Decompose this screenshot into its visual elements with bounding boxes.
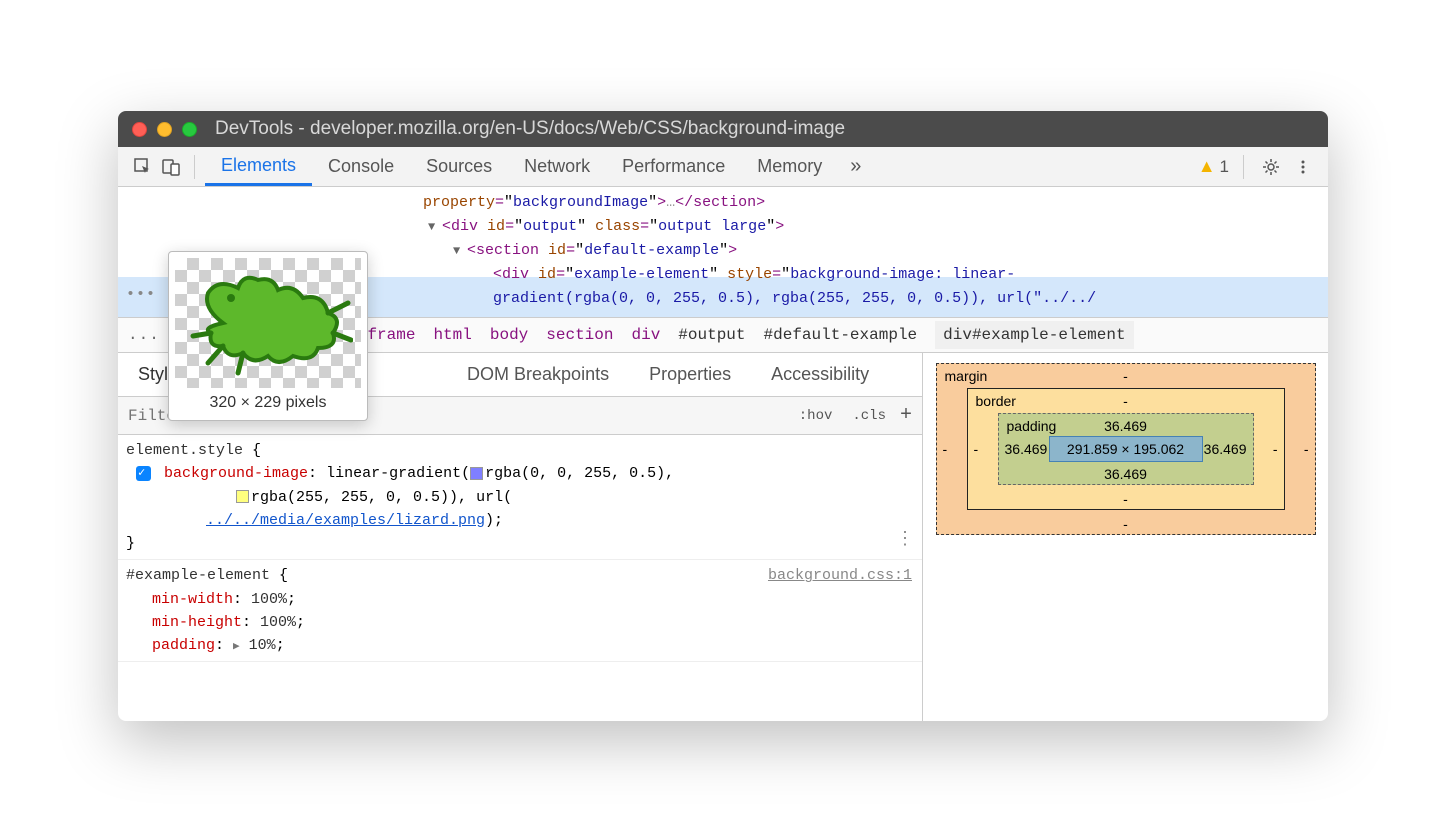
image-thumbnail: [175, 258, 361, 388]
subtab-dom-breakpoints[interactable]: DOM Breakpoints: [447, 353, 629, 396]
titlebar: DevTools - developer.mozilla.org/en-US/d…: [118, 111, 1328, 147]
tab-console[interactable]: Console: [312, 147, 410, 186]
divider: [1243, 155, 1244, 179]
divider: [194, 155, 195, 179]
inspect-icon[interactable]: [130, 154, 156, 180]
add-rule-icon[interactable]: +: [900, 404, 912, 427]
device-toggle-icon[interactable]: [158, 154, 184, 180]
box-model-panel: margin - - - - border - - - - padding 36…: [923, 353, 1328, 721]
maximize-icon[interactable]: [182, 122, 197, 137]
crumb[interactable]: div: [631, 326, 660, 344]
warnings-indicator[interactable]: ▲ 1: [1198, 156, 1229, 177]
crumb-selected[interactable]: div#example-element: [935, 321, 1133, 349]
more-menu-icon[interactable]: [1290, 154, 1316, 180]
subtab-accessibility[interactable]: Accessibility: [751, 353, 889, 396]
warning-icon: ▲: [1198, 156, 1216, 177]
devtools-window: DevTools - developer.mozilla.org/en-US/d…: [118, 111, 1328, 721]
crumb[interactable]: #output: [678, 326, 745, 344]
window-title: DevTools - developer.mozilla.org/en-US/d…: [215, 118, 845, 140]
minimize-icon[interactable]: [157, 122, 172, 137]
more-tabs-icon[interactable]: »: [838, 155, 873, 178]
box-border[interactable]: border - - - - padding 36.469 36.469 36.…: [967, 388, 1285, 510]
crumb[interactable]: html: [433, 326, 471, 344]
tab-sources[interactable]: Sources: [410, 147, 508, 186]
box-padding[interactable]: padding 36.469 36.469 36.469 36.469 291.…: [998, 413, 1254, 485]
hov-toggle[interactable]: :hov: [793, 406, 839, 426]
source-link[interactable]: background.css:1: [768, 564, 912, 587]
warnings-count: 1: [1220, 157, 1229, 177]
style-rule[interactable]: background.css:1 #example-element { min-…: [118, 560, 922, 662]
crumb[interactable]: body: [490, 326, 528, 344]
crumb[interactable]: #default-example: [764, 326, 918, 344]
breadcrumb-overflow[interactable]: ...: [128, 326, 160, 344]
url-link[interactable]: ../../media/examples/lizard.png: [206, 512, 485, 529]
box-margin[interactable]: margin - - - - border - - - - padding 36…: [936, 363, 1316, 535]
crumb[interactable]: section: [546, 326, 613, 344]
main-toolbar: Elements Console Sources Network Perform…: [118, 147, 1328, 187]
checkbox[interactable]: [136, 466, 151, 481]
image-preview-popover: 320 × 229 pixels: [168, 251, 368, 421]
style-rule[interactable]: element.style { background-image: linear…: [118, 435, 922, 560]
tab-performance[interactable]: Performance: [606, 147, 741, 186]
panel-tabs: Elements Console Sources Network Perform…: [205, 147, 873, 186]
tab-memory[interactable]: Memory: [741, 147, 838, 186]
rule-menu-icon[interactable]: ⋮: [896, 527, 914, 555]
window-controls: [132, 122, 197, 137]
image-dimensions: 320 × 229 pixels: [175, 388, 361, 414]
subtab-properties[interactable]: Properties: [629, 353, 751, 396]
cls-toggle[interactable]: .cls: [846, 406, 892, 426]
gear-icon[interactable]: [1258, 154, 1284, 180]
color-swatch-icon[interactable]: [236, 490, 249, 503]
close-icon[interactable]: [132, 122, 147, 137]
color-swatch-icon[interactable]: [470, 467, 483, 480]
tab-elements[interactable]: Elements: [205, 147, 312, 186]
tab-network[interactable]: Network: [508, 147, 606, 186]
box-content[interactable]: 291.859 × 195.062: [1049, 436, 1203, 462]
